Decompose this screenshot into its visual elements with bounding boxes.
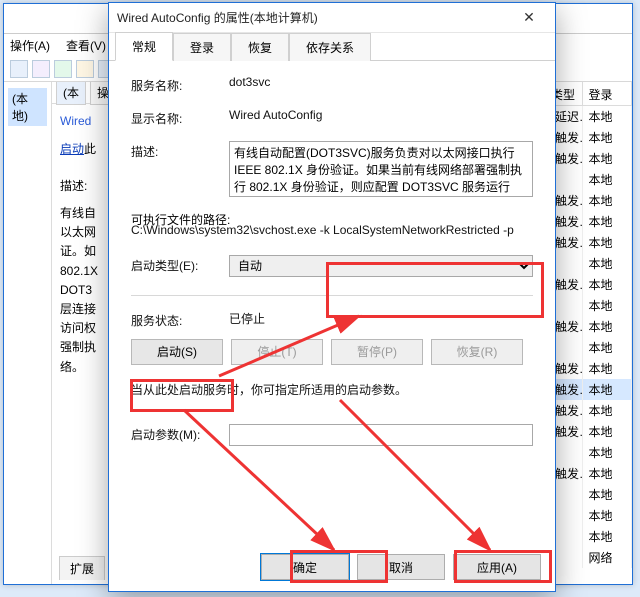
label-start-params: 启动参数(M): (131, 426, 229, 443)
tab-deps[interactable]: 依存关系 (289, 33, 371, 61)
service-control-buttons: 启动(S) 停止(T) 暂停(P) 恢复(R) (131, 339, 533, 365)
dialog-title: Wired AutoConfig 的属性(本地计算机) (117, 9, 318, 26)
tab-logon[interactable]: 登录 (173, 33, 231, 61)
col-logon[interactable]: 登录 (583, 82, 633, 106)
start-button[interactable]: 启动(S) (131, 339, 223, 365)
startup-type-select[interactable]: 自动 (229, 255, 533, 277)
apply-button[interactable]: 应用(A) (453, 554, 541, 580)
cell-logon: 本地 (583, 421, 633, 442)
cell-logon: 本地 (583, 505, 633, 526)
ok-button[interactable]: 确定 (261, 554, 349, 580)
menu-view[interactable]: 查看(V) (66, 37, 106, 54)
cell-logon: 本地 (583, 442, 633, 463)
pause-button: 暂停(P) (331, 339, 423, 365)
menu-action[interactable]: 操作(A) (10, 37, 50, 54)
start-params-input[interactable] (229, 424, 533, 446)
cell-logon: 网络 (583, 547, 633, 568)
cell-logon: 本地 (583, 169, 633, 190)
cell-logon: 本地 (583, 148, 633, 169)
properties-dialog: Wired AutoConfig 的属性(本地计算机) ✕ 常规 登录 恢复 依… (108, 2, 556, 592)
stop-button: 停止(T) (231, 339, 323, 365)
label-service-name: 服务名称: (131, 75, 229, 94)
cell-logon: 本地 (583, 106, 633, 127)
toolbar-icon[interactable] (10, 60, 28, 78)
value-service-name: dot3svc (229, 75, 533, 94)
cell-logon: 本地 (583, 295, 633, 316)
tab-recovery[interactable]: 恢复 (231, 33, 289, 61)
cell-logon: 本地 (583, 337, 633, 358)
label-startup-type: 启动类型(E): (131, 255, 229, 277)
resume-button: 恢复(R) (431, 339, 523, 365)
cell-logon: 本地 (583, 190, 633, 211)
dialog-tabs: 常规 登录 恢复 依存关系 (109, 33, 555, 61)
dialog-button-row: 确定 取消 应用(A) (109, 543, 555, 591)
toolbar-icon[interactable] (54, 60, 72, 78)
center-header-local[interactable]: (本 (56, 82, 86, 105)
cell-logon: 本地 (583, 379, 633, 400)
cell-logon: 本地 (583, 358, 633, 379)
startup-hint: 当从此处启动服务时，你可指定所适用的启动参数。 (131, 381, 533, 398)
tree-root[interactable]: (本地) (8, 88, 47, 126)
label-service-state: 服务状态: (131, 310, 229, 329)
service-start-link[interactable]: 启动 (60, 142, 84, 156)
cell-logon: 本地 (583, 211, 633, 232)
mmc-tree: (本地) (4, 82, 52, 584)
label-display-name: 显示名称: (131, 108, 229, 127)
tab-general[interactable]: 常规 (115, 32, 173, 61)
value-service-state: 已停止 (229, 310, 533, 329)
cell-logon: 本地 (583, 484, 633, 505)
tab-extended[interactable]: 扩展 (59, 556, 105, 580)
cell-logon: 本地 (583, 232, 633, 253)
cell-logon: 本地 (583, 253, 633, 274)
cell-logon: 本地 (583, 316, 633, 337)
cell-logon: 本地 (583, 400, 633, 421)
cell-logon: 本地 (583, 526, 633, 547)
start-suffix: 此 (84, 142, 96, 156)
service-desc-partial: 有线自 以太网 证。如 802.1X DOT3 层连接 访问权 强制执 络。 (60, 204, 108, 377)
toolbar-icon[interactable] (32, 60, 50, 78)
description-box[interactable] (229, 141, 533, 197)
value-display-name: Wired AutoConfig (229, 108, 533, 127)
mmc-bottom-tabs: 扩展 (59, 556, 105, 580)
separator (131, 295, 533, 296)
toolbar-icon[interactable] (76, 60, 94, 78)
cell-logon: 本地 (583, 127, 633, 148)
label-description: 描述: (131, 141, 229, 197)
cancel-button[interactable]: 取消 (357, 554, 445, 580)
cell-logon: 本地 (583, 463, 633, 484)
cell-logon: 本地 (583, 274, 633, 295)
value-exe-path: C:\Windows\system32\svchost.exe -k Local… (131, 222, 533, 239)
close-icon[interactable]: ✕ (511, 9, 547, 26)
dialog-page-general: 服务名称: dot3svc 显示名称: Wired AutoConfig 描述:… (109, 61, 555, 543)
dialog-titlebar[interactable]: Wired AutoConfig 的属性(本地计算机) ✕ (109, 3, 555, 33)
